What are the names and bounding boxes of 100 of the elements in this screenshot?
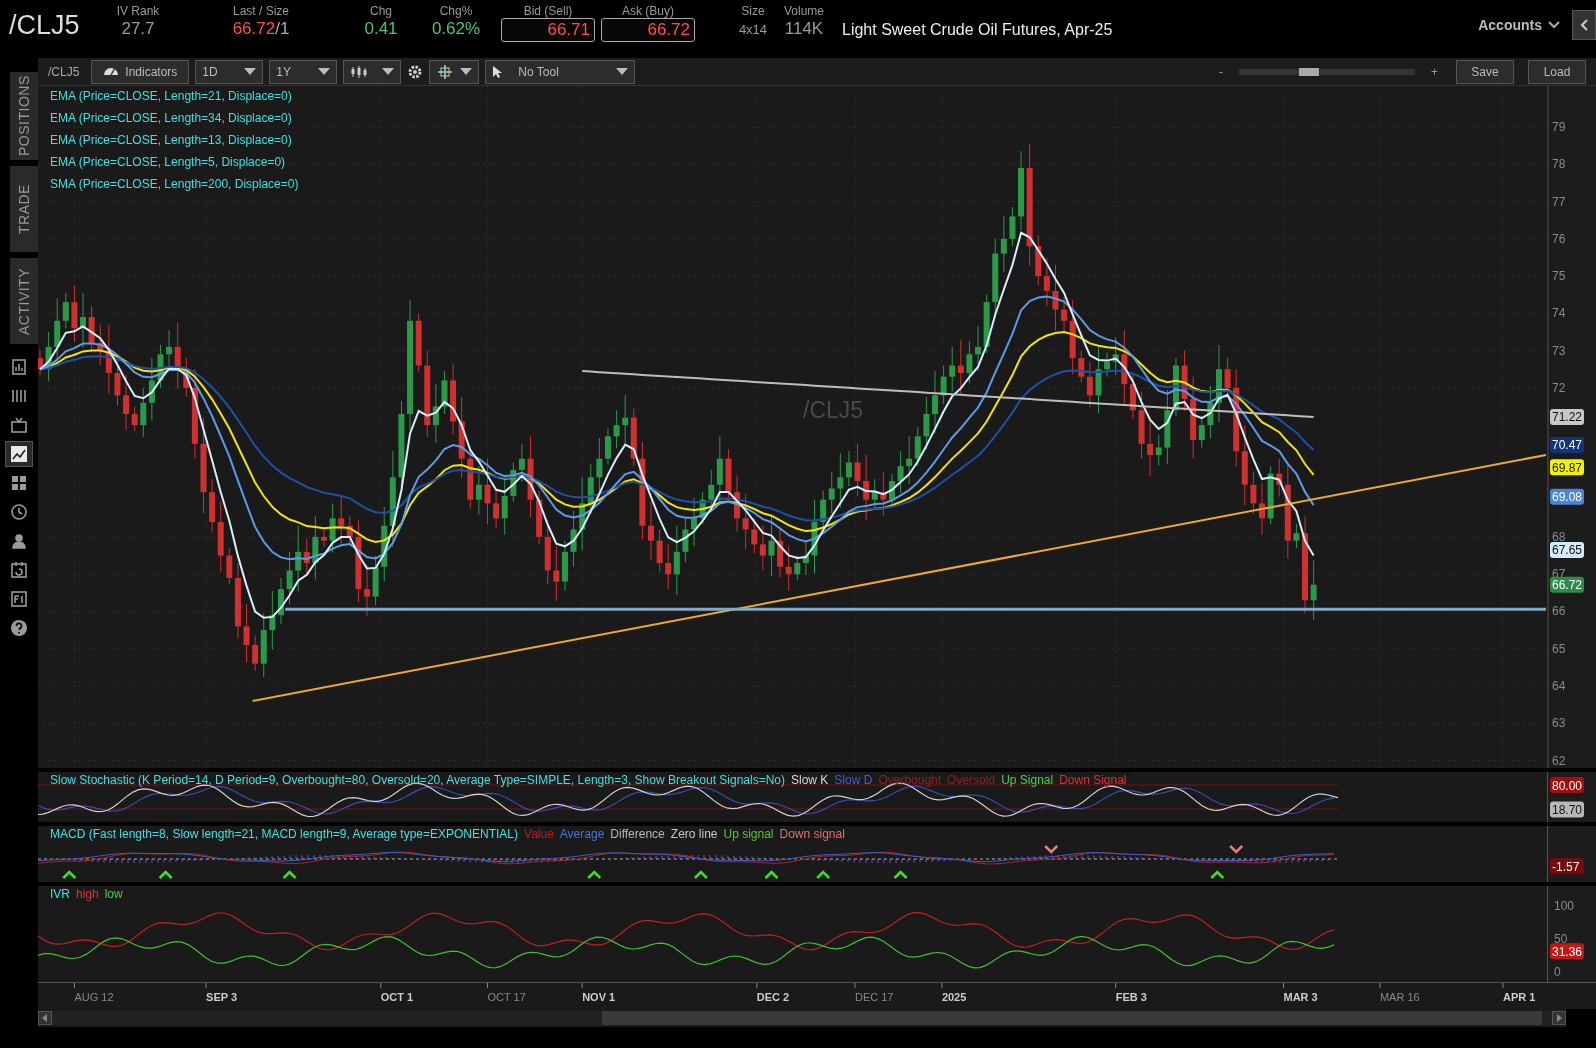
aggregation-dropdown[interactable]: 1D: [195, 59, 264, 84]
study-legend: Down Signal: [1059, 773, 1127, 787]
study-legend: Up Signal: [1001, 773, 1054, 787]
study-legend: IVR: [50, 887, 70, 901]
quote-value: 114K: [784, 19, 824, 39]
quote-box[interactable]: 66.71: [501, 18, 595, 42]
symbol-title: /CLJ5: [8, 10, 81, 41]
vertical-tab[interactable]: ACTIVITY: [10, 258, 38, 344]
date-label: FEB 3: [1115, 991, 1147, 1003]
save-button[interactable]: Save: [1456, 59, 1514, 84]
zoom-out-button[interactable]: -: [1215, 64, 1227, 79]
triangle-right-icon: [1556, 1014, 1562, 1022]
caret-icon: [460, 68, 473, 75]
quote-label: Size: [741, 4, 765, 18]
study-legend: Slow Stochastic (K Period=14, D Period=9, Overbought=80, Oversold=20, Average Type=SIMPLE, Length=3, Show Breakout Signals=No): [50, 773, 785, 787]
drawing-tool-dropdown[interactable]: No Tool: [485, 59, 636, 84]
study-legend: EMA (Price=CLOSE, Length=34, Displace=0): [50, 110, 299, 127]
study-legend: Down signal: [779, 827, 845, 841]
study-legend: Overbought: [878, 773, 942, 787]
zoom-in-button[interactable]: +: [1427, 64, 1442, 79]
study-legend: EMA (Price=CLOSE, Length=5, Displace=0): [50, 154, 299, 171]
quote-label: Volume: [784, 4, 824, 18]
vertical-tab[interactable]: POSITIONS: [10, 72, 38, 160]
value-tag: 18.70: [1550, 801, 1585, 818]
crosshair-icon: [436, 63, 455, 80]
date-label: AUG 12: [74, 991, 114, 1003]
settings-icon[interactable]: [407, 63, 424, 80]
axis-label: 0: [1554, 965, 1561, 979]
caret-icon: [382, 68, 395, 75]
study-legend: Value: [524, 827, 554, 841]
quote-value: 66.72/1: [232, 19, 290, 39]
date-label: OCT 1: [380, 991, 414, 1003]
caret-icon: [616, 68, 629, 75]
axis-label: 63: [1552, 716, 1566, 731]
study-legend: low: [104, 887, 123, 901]
date-label: DEC 17: [854, 991, 894, 1003]
axis-label: 73: [1552, 343, 1566, 358]
triangle-left-icon: [42, 1014, 48, 1022]
caret-icon: [1548, 21, 1560, 29]
date-label: MAR 16: [1379, 991, 1420, 1003]
date-label: DEC 2: [756, 991, 790, 1003]
load-button[interactable]: Load: [1528, 59, 1586, 84]
price-tag: 69.87: [1550, 459, 1584, 476]
axis-label: 75: [1552, 269, 1566, 284]
date-label: OCT 17: [487, 991, 526, 1003]
quote-value: 4x14: [738, 22, 768, 37]
indicators-button[interactable]: Indicators: [91, 59, 190, 84]
candlestick-icon: [350, 64, 369, 79]
axis-label: 68: [1552, 529, 1566, 544]
quote-label: Bid (Sell): [523, 4, 573, 18]
quote-label: Last / Size: [233, 4, 289, 18]
quote-value: 27.7: [121, 19, 155, 39]
scroll-right-button[interactable]: [1552, 1011, 1566, 1025]
quote-label: IV Rank: [116, 4, 160, 18]
drawing-style-dropdown[interactable]: [429, 59, 480, 84]
date-label: SEP 3: [206, 991, 238, 1003]
axis-label: 78: [1552, 157, 1566, 172]
date-label: MAR 3: [1283, 991, 1318, 1003]
value-tag: 31.36: [1550, 943, 1585, 960]
study-legend: Slow K: [791, 773, 829, 787]
axis-label: 74: [1552, 306, 1566, 321]
study-legend: Average: [559, 827, 605, 841]
scrollbar-thumb[interactable]: [602, 1011, 1542, 1025]
quote-box[interactable]: 66.72: [601, 18, 695, 42]
axis-label: 76: [1552, 231, 1566, 246]
dropdown-value: No Tool: [518, 64, 560, 79]
quote-label: Chg%: [439, 4, 473, 18]
chart-symbol: /CLJ5: [48, 64, 80, 79]
date-label: 2025: [941, 991, 967, 1003]
study-legend: EMA (Price=CLOSE, Length=21, Displace=0): [50, 88, 299, 105]
axis-label: 72: [1552, 380, 1566, 395]
axis-label: 50: [1554, 932, 1568, 946]
study-legend: Zero line: [670, 827, 718, 841]
accounts-dropdown[interactable]: Accounts: [1472, 16, 1566, 34]
study-legend: SMA (Price=CLOSE, Length=200, Displace=0): [50, 176, 299, 193]
vertical-tab[interactable]: TRADE: [10, 166, 38, 252]
study-legend: EMA (Price=CLOSE, Length=13, Displace=0): [50, 132, 299, 149]
quote-value: 0.41: [364, 19, 398, 39]
study-legend: Difference: [610, 827, 665, 841]
chart-icon[interactable]: [5, 441, 33, 467]
axis-label: 79: [1552, 120, 1566, 134]
collapse-button[interactable]: [1572, 10, 1596, 40]
chart-style-dropdown[interactable]: [343, 59, 402, 84]
study-legend: Oversold: [947, 773, 996, 787]
axis-label: 65: [1552, 641, 1566, 656]
caret-icon: [318, 68, 331, 75]
axis-label: 62: [1552, 753, 1566, 768]
chevron-left-icon: [1580, 19, 1588, 31]
study-legend: MACD (Fast length=8, Slow length=21, MACD length=9, Average type=EXPONENTIAL): [50, 827, 518, 841]
axis-label: 77: [1552, 194, 1566, 209]
period-dropdown[interactable]: 1Y: [269, 59, 338, 84]
axis-label: 100: [1554, 899, 1575, 913]
value-tag: 80.00: [1550, 777, 1585, 793]
caret-icon: [244, 68, 257, 75]
axis-label: 64: [1552, 679, 1566, 693]
quote-value: 0.62%: [431, 19, 481, 39]
date-label: NOV 1: [582, 991, 616, 1003]
zoom-slider[interactable]: [1239, 68, 1415, 75]
scroll-left-button[interactable]: [38, 1011, 52, 1025]
axis-label: 66: [1552, 604, 1566, 619]
